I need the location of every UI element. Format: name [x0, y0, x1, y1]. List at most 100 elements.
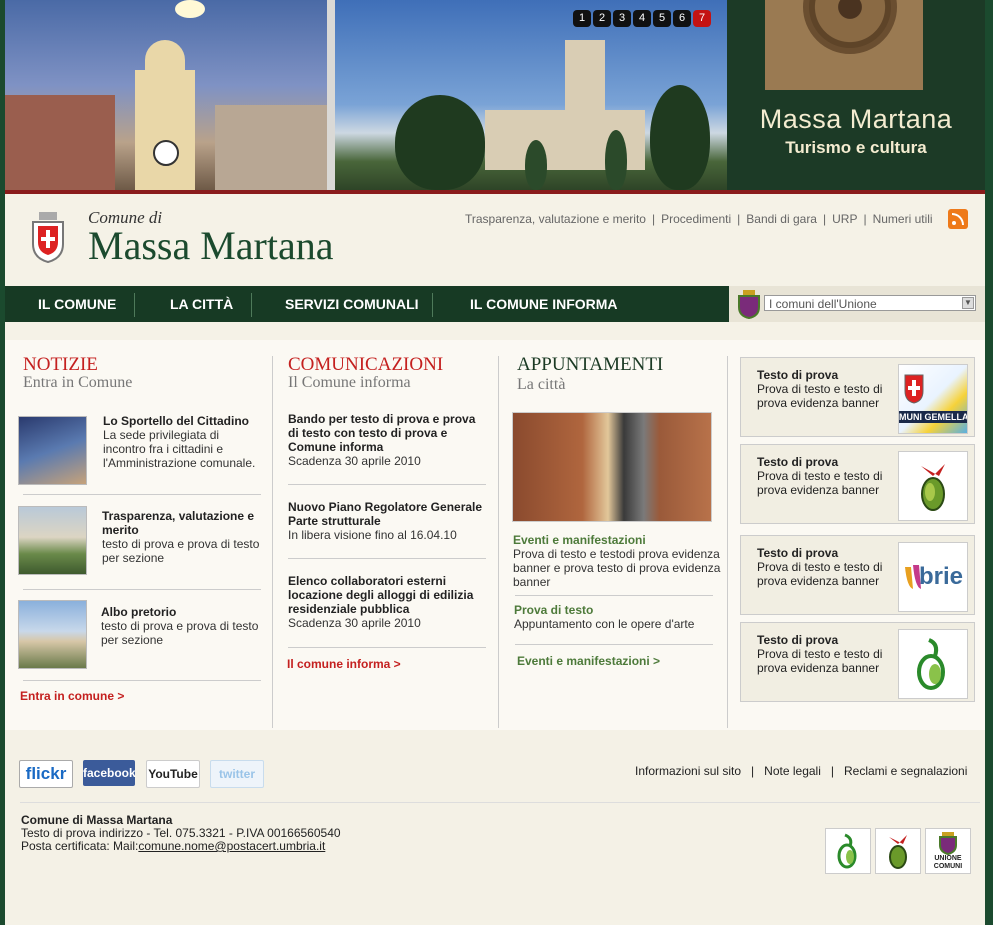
- notizie-subheading: Entra in Comune: [23, 374, 133, 391]
- banner-title: Testo di prova: [757, 368, 839, 382]
- news-item[interactable]: Lo Sportello del Cittadino La sede privi…: [103, 414, 263, 470]
- link-procedimenti[interactable]: Procedimenti: [661, 212, 731, 226]
- chevron-down-icon: ▼: [962, 297, 974, 309]
- page: 1 2 3 4 5 6 7 Massa Martana Turismo e cu…: [5, 0, 985, 925]
- banner-text: Prova di testo e testo di prova evidenza…: [757, 382, 883, 410]
- appuntamento-text: Appuntamento con le opere d'arte: [514, 617, 695, 631]
- comunicazione-title[interactable]: Nuovo Piano Regolatore Generale Parte st…: [288, 500, 488, 528]
- note-legali-link[interactable]: Note legali: [764, 764, 821, 778]
- banner-text: Prova di testo e testo di prova evidenza…: [757, 469, 883, 497]
- footer-address: Comune di Massa Martana Testo di prova i…: [21, 814, 341, 853]
- crest-icon: [32, 212, 64, 264]
- appuntamento-item[interactable]: Prova di testo Appuntamento con le opere…: [514, 603, 724, 631]
- trasparenza-image[interactable]: [18, 506, 87, 575]
- news-text: testo di prova e prova di testo per sezi…: [102, 537, 260, 565]
- nav-il-comune-informa[interactable]: IL COMUNE INFORMA: [470, 286, 618, 322]
- slide-2-button[interactable]: 2: [593, 10, 611, 27]
- info-sito-link[interactable]: Informazioni sul sito: [635, 764, 741, 778]
- pec-email-link[interactable]: comune.nome@postacert.umbria.it: [138, 839, 325, 853]
- tourism-subtitle: Turismo e cultura: [785, 138, 927, 157]
- divider: [5, 190, 985, 194]
- news-text: testo di prova e prova di testo per sezi…: [101, 619, 259, 647]
- flickr-button[interactable]: flickr: [19, 760, 73, 788]
- banner-box[interactable]: Testo di prova Prova di testo e testo di …: [740, 357, 975, 437]
- unione-comuni-text: UNIONE COMUNI: [933, 855, 963, 870]
- sportello-image[interactable]: [18, 416, 87, 485]
- site-title[interactable]: Massa Martana: [88, 222, 333, 269]
- slide-6-button[interactable]: 6: [673, 10, 691, 27]
- slide-5-button[interactable]: 5: [653, 10, 671, 27]
- banner-photo-church: [335, 0, 727, 190]
- pec-label: Posta certificata: Mail:: [21, 839, 139, 853]
- comunicazione-text: Scadenza 30 aprile 2010: [288, 454, 421, 468]
- link-bandi[interactable]: Bandi di gara: [746, 212, 817, 226]
- facebook-button[interactable]: facebook: [83, 760, 136, 786]
- appuntamento-item[interactable]: Eventi e manifestazioni Prova di testo e…: [513, 533, 723, 589]
- comunicazioni-heading: COMUNICAZIONI: [288, 354, 444, 375]
- comuni-select-value: I comuni dell'Unione: [769, 297, 877, 311]
- entra-in-comune-link[interactable]: Entra in comune >: [20, 689, 124, 703]
- umbrie-text: brie: [919, 563, 964, 590]
- link-urp[interactable]: URP: [832, 212, 857, 226]
- appuntamenti-heading: APPUNTAMENTI: [517, 354, 664, 375]
- olive-logo: [898, 451, 968, 521]
- top-links: Trasparenza, valutazione e merito | Proced…: [465, 212, 933, 226]
- banner-photo-tower: [5, 0, 327, 190]
- comunicazione-item[interactable]: Bando per testo di prova e prova di test…: [288, 412, 483, 468]
- twitter-button[interactable]: twitter: [210, 760, 264, 788]
- union-selector: I comuni dell'Unione ▼: [729, 286, 985, 322]
- banner-text: Prova di testo e testo di prova evidenza…: [757, 560, 883, 588]
- notizie-heading: NOTIZIE: [23, 354, 98, 375]
- union-crest-icon: [738, 290, 760, 319]
- comunicazione-item[interactable]: Elenco collaboratori esterni locazione d…: [288, 574, 483, 630]
- il-comune-informa-link[interactable]: Il comune informa >: [287, 657, 401, 671]
- appuntamenti-subheading: La città: [517, 376, 566, 393]
- slide-pagination: 1 2 3 4 5 6 7: [573, 10, 711, 27]
- reclami-link[interactable]: Reclami e segnalazioni: [844, 764, 967, 778]
- news-title[interactable]: Albo pretorio: [101, 605, 263, 619]
- comunicazione-item[interactable]: Nuovo Piano Regolatore Generale Parte st…: [288, 500, 488, 542]
- tourism-title: Massa Martana: [759, 104, 953, 134]
- address-line: Testo di prova indirizzo - Tel. 075.3321…: [21, 826, 341, 840]
- eventi-manifestazioni-link[interactable]: Eventi e manifestazioni >: [517, 654, 660, 668]
- unione-comuni-logo[interactable]: UNIONE COMUNI: [925, 828, 971, 874]
- slide-7-button[interactable]: 7: [693, 10, 711, 27]
- olive-footer-logo[interactable]: [875, 828, 921, 874]
- banner-box[interactable]: Testo di prova Prova di testo e testo di …: [740, 622, 975, 702]
- nav-servizi-comunali[interactable]: SERVIZI COMUNALI: [285, 286, 419, 322]
- comunicazione-title[interactable]: Bando per testo di prova e prova di test…: [288, 412, 483, 454]
- banner-box[interactable]: Testo di prova Prova di testo e testo di …: [740, 535, 975, 615]
- news-title[interactable]: Trasparenza, valutazione e merito: [102, 509, 264, 537]
- olive-leaf-logo: [898, 629, 968, 699]
- appuntamenti-image[interactable]: [512, 412, 712, 522]
- news-item[interactable]: Albo pretorio testo di prova e prova di …: [101, 605, 263, 647]
- slide-1-button[interactable]: 1: [573, 10, 591, 27]
- youtube-button[interactable]: YouTube: [146, 760, 200, 788]
- banner-box[interactable]: Testo di prova Prova di testo e testo di …: [740, 444, 975, 524]
- comuni-gemellati-text: MUNI GEMELLAT: [899, 411, 967, 423]
- link-numeri-utili[interactable]: Numeri utili: [873, 212, 933, 226]
- comunicazione-text: Scadenza 30 aprile 2010: [288, 616, 421, 630]
- comunicazione-title[interactable]: Elenco collaboratori esterni locazione d…: [288, 574, 483, 616]
- comuni-select[interactable]: I comuni dell'Unione ▼: [764, 295, 976, 311]
- appuntamento-text: Prova di testo e testodi prova evidenza …: [513, 547, 721, 589]
- olive-leaf-footer-logo[interactable]: [825, 828, 871, 874]
- tourism-panel[interactable]: Massa Martana Turismo e cultura: [727, 0, 985, 190]
- rss-icon[interactable]: [948, 209, 968, 229]
- appuntamento-title[interactable]: Prova di testo: [514, 603, 724, 617]
- banner-title: Testo di prova: [757, 455, 839, 469]
- link-trasparenza[interactable]: Trasparenza, valutazione e merito: [465, 212, 646, 226]
- comuni-gemellati-logo: MUNI GEMELLAT: [898, 364, 968, 434]
- nav-la-citta[interactable]: LA CITTÀ: [170, 286, 233, 322]
- slide-3-button[interactable]: 3: [613, 10, 631, 27]
- banner-title: Testo di prova: [757, 546, 839, 560]
- appuntamento-title[interactable]: Eventi e manifestazioni: [513, 533, 723, 547]
- header-banner: 1 2 3 4 5 6 7 Massa Martana Turismo e cu…: [5, 0, 985, 190]
- slide-4-button[interactable]: 4: [633, 10, 651, 27]
- nav-il-comune[interactable]: IL COMUNE: [38, 286, 116, 322]
- albo-image[interactable]: [18, 600, 87, 669]
- news-title[interactable]: Lo Sportello del Cittadino: [103, 414, 263, 428]
- news-item[interactable]: Trasparenza, valutazione e merito testo …: [102, 509, 264, 565]
- banner-title: Testo di prova: [757, 633, 839, 647]
- comunicazioni-subheading: Il Comune informa: [288, 374, 411, 391]
